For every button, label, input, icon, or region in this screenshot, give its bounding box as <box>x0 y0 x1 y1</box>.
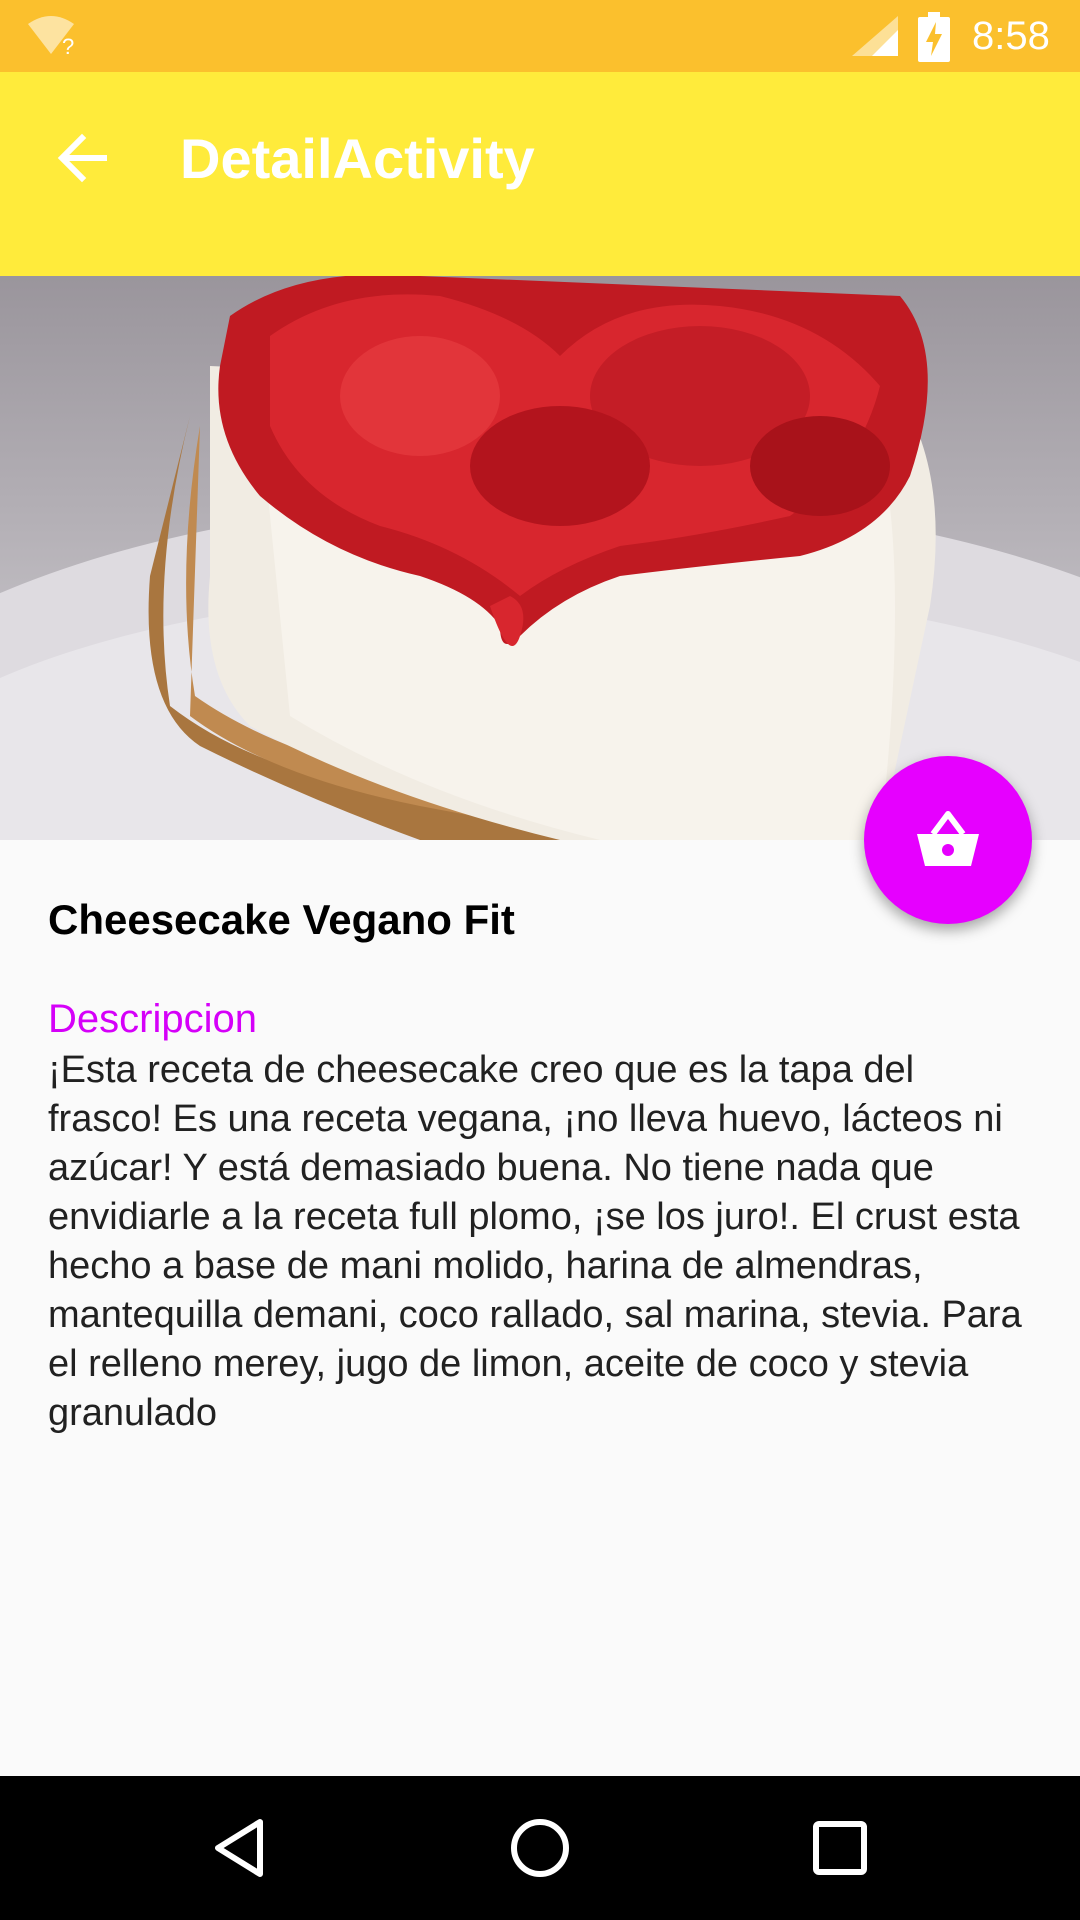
description-label: Descripcion <box>48 997 257 1041</box>
home-circle-icon[interactable] <box>508 1816 572 1880</box>
back-triangle-icon[interactable] <box>208 1816 272 1880</box>
arrow-back-icon[interactable] <box>52 128 112 188</box>
battery-charging-icon <box>918 12 950 62</box>
recipe-image <box>0 276 1080 840</box>
description-text: ¡Esta receta de cheesecake creo que es l… <box>48 1049 1022 1434</box>
svg-text:?: ? <box>62 34 74 58</box>
status-clock: 8:58 <box>972 14 1050 58</box>
shopping-basket-icon <box>917 811 979 866</box>
wifi-icon: ? <box>28 16 74 58</box>
cell-signal-icon <box>852 16 898 56</box>
recents-square-icon[interactable] <box>808 1816 872 1880</box>
app-bar: DetailActivity <box>0 72 1080 276</box>
recipe-details: Cheesecake Vegano Fit Descripcion ¡Esta … <box>48 890 1038 1438</box>
recipe-title: Cheesecake Vegano Fit <box>48 896 515 943</box>
cheesecake-illustration <box>0 276 1080 840</box>
status-bar: ? 8:58 <box>0 0 1080 72</box>
page-title: DetailActivity <box>180 127 535 190</box>
system-nav-bar <box>0 1776 1080 1920</box>
